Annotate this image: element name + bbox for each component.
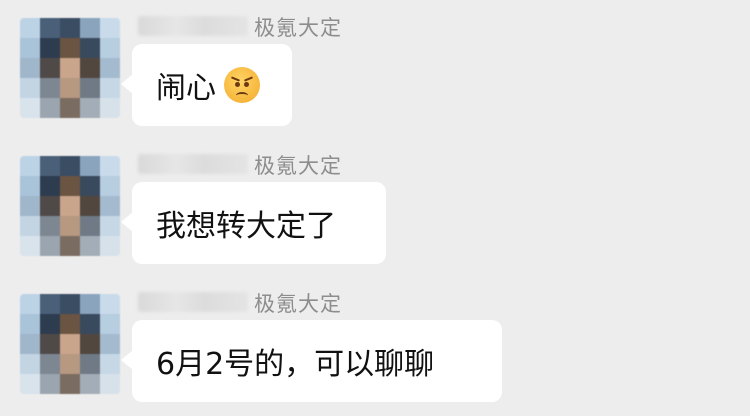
chat-message-list[interactable]: 极氪大定 闹心 极氪大定 我想转大定了 极氪大定 6月2号的，可以聊聊 (0, 0, 750, 416)
angry-face-icon (224, 67, 260, 103)
message-bubble[interactable]: 我想转大定了 (121, 182, 386, 264)
avatar[interactable] (20, 294, 120, 394)
sender-name-blurred (138, 16, 248, 36)
chat-message: 极氪大定 我想转大定了 (0, 142, 750, 272)
avatar[interactable] (20, 156, 120, 256)
message-bubble[interactable]: 闹心 (121, 44, 292, 126)
message-bubble[interactable]: 6月2号的，可以聊聊 (121, 320, 502, 402)
sender-name-blurred (138, 154, 248, 174)
chat-message: 极氪大定 6月2号的，可以聊聊 (0, 280, 750, 410)
message-text: 闹心 (156, 71, 216, 106)
sender-name-blurred (138, 292, 248, 312)
sender-group-tag: 极氪大定 (254, 154, 342, 178)
message-text: 6月2号的，可以聊聊 (156, 347, 435, 382)
sender-group-tag: 极氪大定 (254, 16, 342, 40)
chat-message: 极氪大定 闹心 (0, 4, 750, 134)
message-text: 我想转大定了 (156, 209, 336, 244)
sender-group-tag: 极氪大定 (254, 292, 342, 316)
avatar[interactable] (20, 18, 120, 118)
